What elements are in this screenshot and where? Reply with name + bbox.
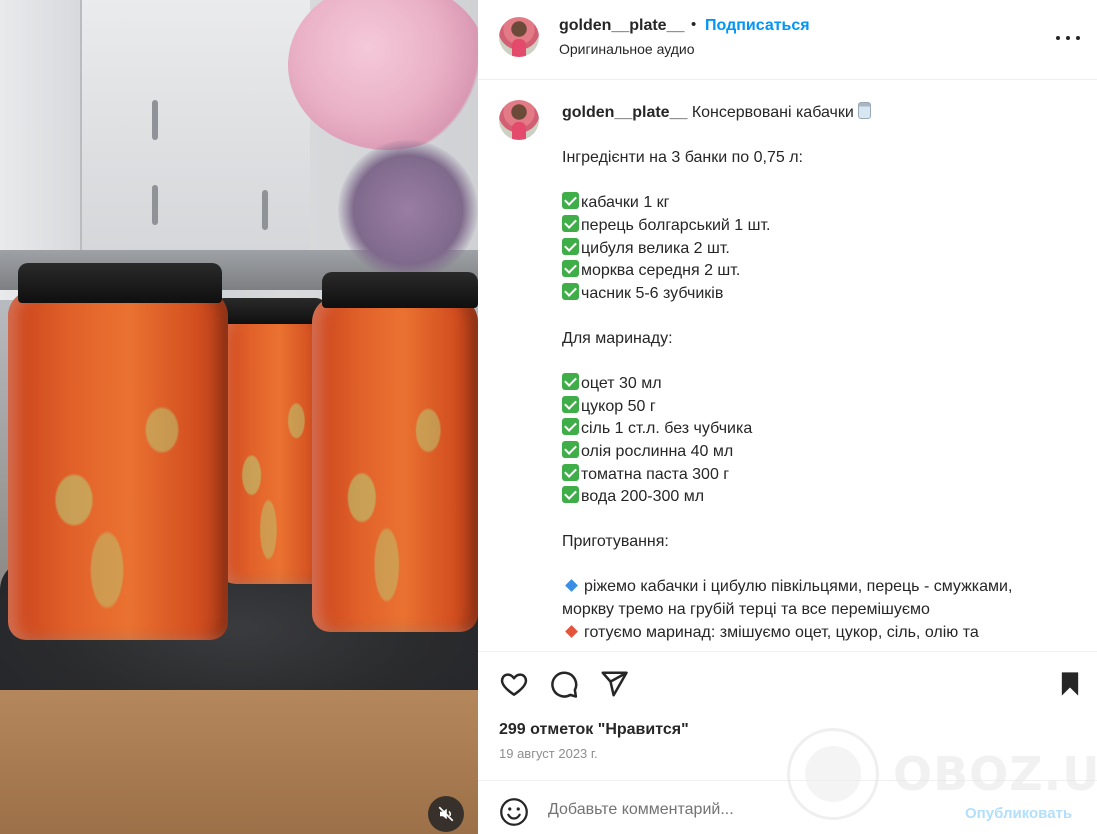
background-cabinet — [80, 0, 310, 270]
caption-text: golden__plate__ Консервовані кабачки Інг… — [562, 102, 1072, 644]
ingredient-item: перець болгарський 1 шт. — [581, 216, 771, 234]
post-header: golden__plate__ • Подписаться Оригинальн… — [478, 0, 1097, 80]
check-icon — [562, 486, 579, 504]
more-options-icon[interactable] — [1056, 28, 1080, 48]
ingredient-item: кабачки 1 кг — [581, 194, 670, 212]
check-icon — [562, 463, 579, 481]
caption-avatar[interactable] — [499, 100, 539, 140]
heart-icon — [500, 673, 528, 696]
mute-toggle-button[interactable] — [428, 796, 464, 832]
check-icon — [562, 260, 579, 278]
marinade-item: сіль 1 ст.л. без чубчика — [581, 420, 753, 438]
comment-bar: Опубликовать — [478, 780, 1097, 834]
step-text: моркву тремо на грубій терці та все пере… — [562, 601, 930, 619]
post-date[interactable]: 19 август 2023 г. — [499, 746, 598, 761]
likes-count[interactable]: 299 отметок "Нравится" — [499, 721, 689, 739]
share-button[interactable] — [598, 668, 630, 700]
ingredient-item: часник 5-6 зубчиків — [581, 284, 724, 302]
ingredient-item: цибуля велика 2 шт. — [581, 239, 730, 257]
post-actions: 299 отметок "Нравится" 19 август 2023 г. — [478, 651, 1097, 781]
check-icon — [562, 418, 579, 436]
comment-input[interactable] — [548, 795, 948, 825]
audio-link[interactable]: Оригинальное аудио — [559, 41, 695, 57]
check-icon — [562, 192, 579, 210]
marinade-item: томатна паста 300 г — [581, 465, 730, 483]
check-icon — [562, 440, 579, 458]
header-separator: • — [691, 16, 697, 33]
post-side-panel: golden__plate__ • Подписаться Оригинальн… — [478, 0, 1097, 834]
marinade-item: цукор 50 г — [581, 397, 656, 415]
caption-scroll-area[interactable]: golden__plate__ Консервовані кабачки Інг… — [478, 81, 1097, 651]
follow-button[interactable]: Подписаться — [705, 17, 810, 35]
wooden-table — [0, 690, 478, 834]
jar-right — [312, 296, 478, 632]
marinade-item: олія рослинна 40 мл — [581, 442, 734, 460]
like-button[interactable] — [498, 668, 530, 700]
check-icon — [562, 237, 579, 255]
caption-title: Консервовані кабачки — [691, 104, 854, 121]
jar-emoji-icon — [857, 102, 871, 119]
marinade-item: вода 200-300 мл — [581, 488, 705, 506]
step-text: ріжемо кабачки і цибулю півкільцями, пер… — [584, 578, 1013, 596]
check-icon — [562, 214, 579, 232]
bookmark-icon — [1061, 672, 1079, 696]
blue-diamond-icon — [565, 579, 578, 593]
emoji-picker-icon[interactable] — [499, 797, 529, 827]
publish-button[interactable]: Опубликовать — [965, 805, 1072, 822]
jar-back-lid — [214, 298, 326, 324]
jar-left — [8, 290, 228, 640]
comment-button[interactable] — [548, 668, 580, 700]
paper-plane-icon — [601, 671, 628, 697]
avatar[interactable] — [499, 17, 539, 57]
comment-bubble-icon — [551, 671, 578, 698]
post-media-video[interactable] — [0, 0, 478, 834]
ingredient-item: морква середня 2 шт. — [581, 262, 741, 280]
purple-flowers — [338, 140, 478, 280]
speaker-muted-icon — [438, 806, 454, 822]
preparation-header: Приготування: — [562, 533, 669, 551]
save-button[interactable] — [1054, 668, 1086, 700]
marinade-header: Для маринаду: — [562, 329, 673, 347]
check-icon — [562, 282, 579, 300]
check-icon — [562, 373, 579, 391]
caption-username[interactable]: golden__plate__ — [562, 104, 687, 121]
red-diamond-icon — [565, 624, 578, 638]
jar-right-lid — [322, 272, 478, 308]
marinade-item: оцет 30 мл — [581, 375, 662, 393]
ingredients-header: Інгредієнти на 3 банки по 0,75 л: — [562, 149, 803, 167]
check-icon — [562, 395, 579, 413]
header-username[interactable]: golden__plate__ — [559, 17, 684, 35]
step-text: готуємо маринад: змішуємо оцет, цукор, с… — [584, 623, 979, 641]
jar-left-lid — [18, 263, 222, 303]
